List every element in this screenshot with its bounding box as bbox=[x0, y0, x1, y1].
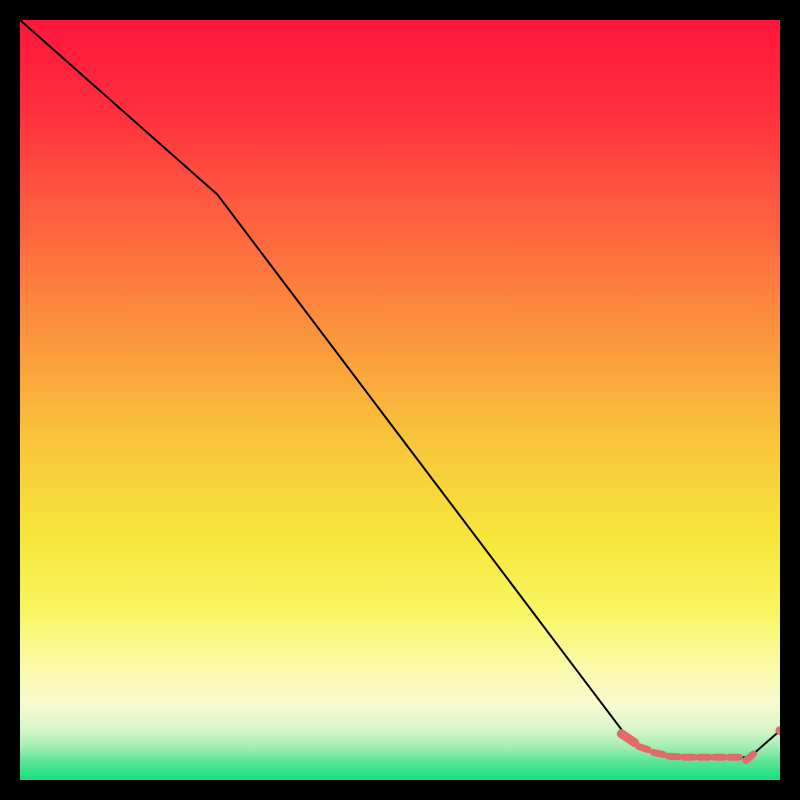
chart-marker bbox=[669, 756, 679, 757]
chart-marker bbox=[746, 754, 754, 761]
chart-frame: TheBottleneck.com bbox=[20, 20, 780, 780]
chart-canvas bbox=[20, 20, 780, 780]
chart-marker bbox=[654, 752, 664, 754]
chart-marker bbox=[639, 746, 648, 749]
gradient-background bbox=[20, 20, 780, 780]
